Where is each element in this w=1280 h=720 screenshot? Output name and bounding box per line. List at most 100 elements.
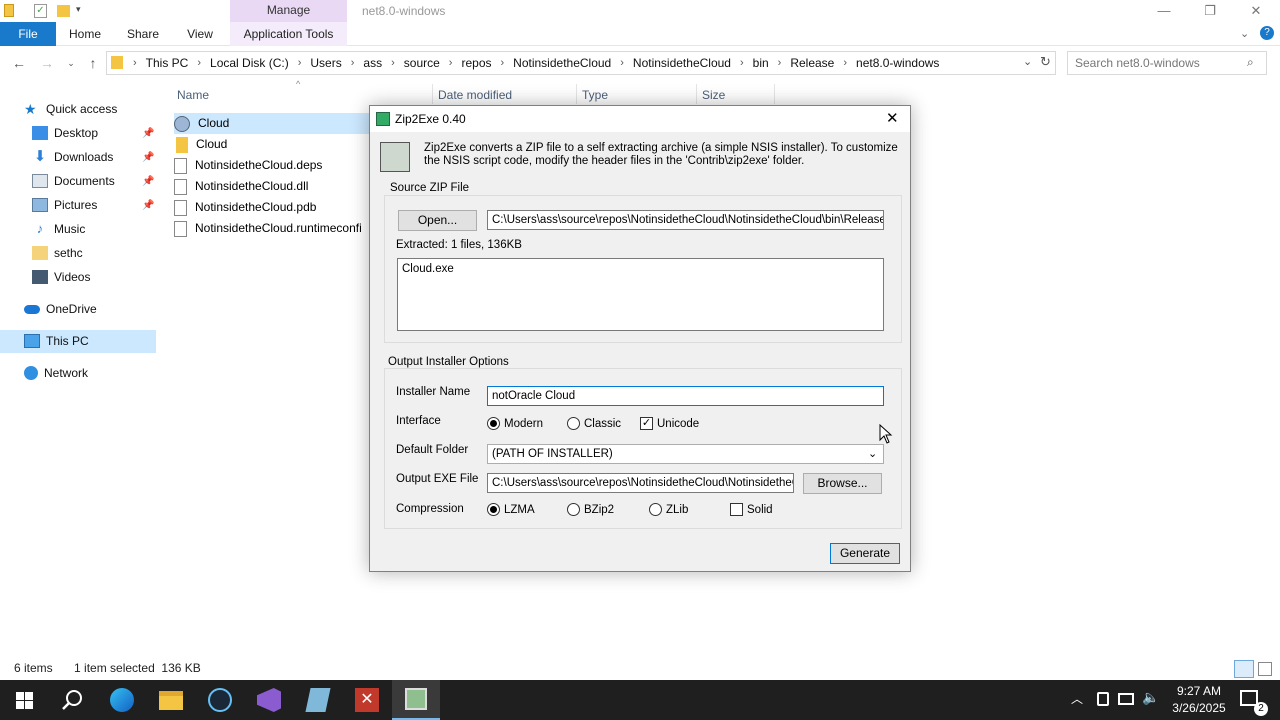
installer-name-input[interactable]: notOracle Cloud xyxy=(487,386,884,406)
file-row-deps[interactable]: NotinsidetheCloud.deps xyxy=(174,155,372,176)
minimize-button[interactable]: — xyxy=(1141,0,1187,22)
taskbar-visual-studio[interactable] xyxy=(245,680,293,720)
file-name: Cloud xyxy=(196,137,228,151)
nav-quick-access[interactable]: ★ Quick access xyxy=(24,98,117,120)
close-icon[interactable]: ✕ xyxy=(886,106,899,132)
nav-music[interactable]: ♪ Music xyxy=(32,218,86,240)
network-tray-icon[interactable] xyxy=(1118,693,1134,705)
tab-application-tools[interactable]: Application Tools xyxy=(230,22,347,46)
crumb-ass[interactable]: ass xyxy=(363,56,382,70)
tab-file[interactable]: File xyxy=(0,22,56,46)
compression-lzma-radio[interactable]: LZMA xyxy=(487,503,535,516)
crumb-project-2[interactable]: NotinsidetheCloud xyxy=(633,56,731,70)
address-dropdown-icon[interactable]: ⌄ xyxy=(1023,55,1032,68)
nav-desktop[interactable]: Desktop xyxy=(32,122,98,144)
unicode-checkbox[interactable]: ✓ Unicode xyxy=(640,417,699,430)
device-icon[interactable] xyxy=(1097,692,1109,706)
interface-classic-radio[interactable]: Classic xyxy=(567,417,621,430)
address-bar[interactable]: › This PC › Local Disk (C:) › Users › ass › … xyxy=(106,51,1056,75)
crumb-project-1[interactable]: NotinsidetheCloud xyxy=(513,56,611,70)
tab-share[interactable]: Share xyxy=(120,22,166,46)
nav-videos[interactable]: Videos xyxy=(32,266,90,288)
open-button[interactable]: Open... xyxy=(398,210,477,231)
crumb-local-disk[interactable]: Local Disk (C:) xyxy=(210,56,289,70)
default-folder-select[interactable]: (PATH OF INSTALLER) ⌄ xyxy=(487,444,884,464)
chevron-right-icon: › xyxy=(739,57,744,69)
file-row-runtimeconfig[interactable]: NotinsidetheCloud.runtimeconfi xyxy=(174,218,372,239)
computer-icon xyxy=(24,334,40,348)
close-window-button[interactable]: ✕ xyxy=(1233,0,1279,22)
download-arrow-icon: ⬇ xyxy=(33,148,47,165)
crumb-source[interactable]: source xyxy=(404,56,440,70)
file-row-dll[interactable]: NotinsidetheCloud.dll xyxy=(174,176,372,197)
column-header-size[interactable]: Size xyxy=(702,88,725,102)
taskbar-zip2exe[interactable] xyxy=(392,680,440,720)
crumb-bin[interactable]: bin xyxy=(753,56,769,70)
taskbar-edge[interactable] xyxy=(98,680,146,720)
large-icons-view-icon[interactable] xyxy=(1258,662,1272,676)
nav-this-pc[interactable]: This PC xyxy=(24,330,89,352)
taskbar-clock[interactable]: 9:27 AM 3/26/2025 xyxy=(1164,683,1234,717)
column-header-type[interactable]: Type xyxy=(582,88,608,102)
solid-checkbox[interactable]: Solid xyxy=(730,503,773,516)
nav-network[interactable]: Network xyxy=(24,362,88,384)
interface-modern-radio[interactable]: Modern xyxy=(487,417,543,430)
start-button[interactable] xyxy=(0,680,48,720)
compression-bzip2-radio[interactable]: BZip2 xyxy=(567,503,614,516)
nav-label: Network xyxy=(44,366,89,380)
interface-label: Interface xyxy=(396,415,441,427)
taskbar-file-explorer[interactable] xyxy=(147,680,195,720)
taskbar-steam[interactable] xyxy=(196,680,244,720)
extracted-file-list[interactable]: Cloud.exe xyxy=(397,258,884,331)
volume-muted-icon[interactable]: 🔈 xyxy=(1142,689,1159,706)
generate-button[interactable]: Generate xyxy=(830,543,900,564)
search-icon[interactable]: ⌕ xyxy=(1247,55,1254,70)
ribbon-expand-icon[interactable]: ⌄ xyxy=(1240,27,1249,40)
radio-selected-icon xyxy=(487,503,500,516)
new-folder-icon[interactable] xyxy=(57,5,70,17)
properties-icon[interactable]: ✓ xyxy=(34,4,47,18)
taskbar-app-x[interactable]: ✕ xyxy=(343,680,391,720)
tab-view[interactable]: View xyxy=(178,22,222,46)
zip-path-field[interactable]: C:\Users\ass\source\repos\NotinsidetheCl… xyxy=(487,210,884,230)
output-exe-field[interactable]: C:\Users\ass\source\repos\NotinsidetheCl… xyxy=(487,473,794,493)
nav-downloads[interactable]: ⬇ Downloads xyxy=(32,146,114,168)
crumb-repos[interactable]: repos xyxy=(461,56,491,70)
taskbar-app-notepad[interactable] xyxy=(294,680,342,720)
chevron-right-icon: › xyxy=(777,57,782,69)
help-icon[interactable]: ? xyxy=(1260,26,1274,40)
browse-button[interactable]: Browse... xyxy=(803,473,882,494)
nav-label: Music xyxy=(54,222,86,236)
column-header-name[interactable]: Name xyxy=(177,88,209,102)
crumb-net8[interactable]: net8.0-windows xyxy=(856,56,939,70)
column-divider xyxy=(576,84,577,104)
up-arrow-icon[interactable]: ↑ xyxy=(82,52,104,74)
file-row-cloud-exe[interactable]: Cloud xyxy=(174,113,372,134)
column-header-date[interactable]: Date modified xyxy=(438,88,512,102)
refresh-icon[interactable]: ↻ xyxy=(1040,54,1051,70)
back-arrow-icon[interactable]: ← xyxy=(8,52,30,74)
recent-locations-icon[interactable]: ⌄ xyxy=(60,52,82,74)
restore-button[interactable]: ❐ xyxy=(1187,0,1233,22)
nav-label: Quick access xyxy=(46,102,118,116)
show-hidden-icons-icon[interactable]: ︿ xyxy=(1071,690,1083,707)
crumb-users[interactable]: Users xyxy=(310,56,341,70)
taskbar-search-button[interactable] xyxy=(48,680,96,720)
nav-documents[interactable]: Documents xyxy=(32,170,115,192)
tab-home[interactable]: Home xyxy=(62,22,108,46)
file-row-cloud-zip[interactable]: Cloud xyxy=(174,134,372,155)
search-input[interactable]: Search net8.0-windows xyxy=(1067,51,1267,75)
file-name: Cloud xyxy=(198,116,230,130)
nav-pictures[interactable]: Pictures xyxy=(32,194,97,216)
quick-access-dropdown-icon[interactable]: ▾ xyxy=(76,4,81,15)
file-row-pdb[interactable]: NotinsidetheCloud.pdb xyxy=(174,197,372,218)
compression-zlib-radio[interactable]: ZLib xyxy=(649,503,688,516)
nav-sethc[interactable]: sethc xyxy=(32,242,83,264)
crumb-release[interactable]: Release xyxy=(790,56,834,70)
forward-arrow-icon[interactable]: → xyxy=(36,52,58,74)
context-tab-manage[interactable]: Manage xyxy=(230,0,347,22)
details-view-icon[interactable] xyxy=(1234,660,1254,678)
chevron-right-icon: › xyxy=(448,57,453,69)
nav-onedrive[interactable]: OneDrive xyxy=(24,298,97,320)
crumb-this-pc[interactable]: This PC xyxy=(146,56,189,70)
